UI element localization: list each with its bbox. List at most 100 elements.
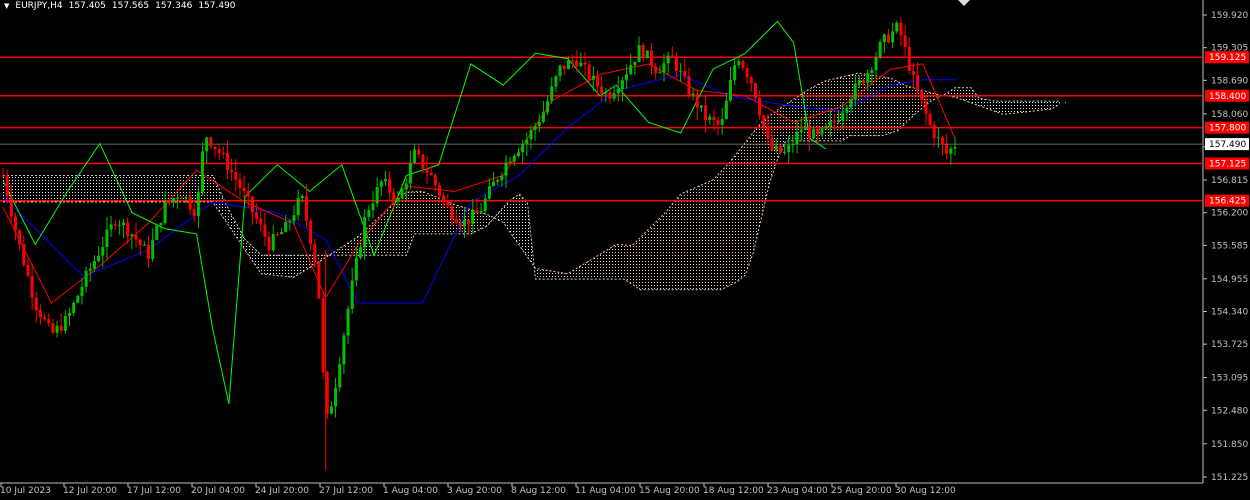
candle-body (122, 222, 126, 226)
candle-body (213, 146, 217, 150)
candle-body (321, 298, 325, 373)
cloud-segment (906, 86, 915, 123)
candle-body (97, 255, 101, 262)
cloud-segment (608, 244, 617, 280)
candle-body (874, 57, 878, 71)
candle-body (51, 323, 55, 333)
candle-body (292, 215, 296, 222)
candle-body (138, 239, 142, 245)
candle-body (22, 244, 26, 265)
cloud-segment (253, 247, 262, 274)
candle-body (371, 203, 375, 211)
candle-body (741, 61, 745, 69)
candle-body (413, 149, 417, 163)
candle-body (866, 73, 870, 84)
candle-body (234, 172, 238, 180)
candle-body (687, 76, 691, 96)
candle-body (566, 60, 570, 70)
candle-body (68, 313, 72, 316)
cloud-segment (753, 122, 762, 253)
candle-body (296, 197, 300, 216)
candle-body (72, 302, 76, 314)
price-tick-label: 159.920 (1211, 11, 1248, 21)
candle-body (774, 145, 778, 150)
candle-body (753, 83, 757, 98)
candle-body (492, 181, 496, 187)
candle-body (92, 261, 96, 269)
candle-body (300, 196, 304, 198)
price-tick-label: 153.095 (1211, 374, 1248, 384)
candle-body (192, 209, 196, 217)
cloud-segment (656, 213, 665, 290)
candle-body (400, 189, 404, 199)
candle-body (521, 144, 525, 153)
time-tick-label: 3 Aug 20:00 (447, 486, 502, 496)
candle-body (720, 118, 724, 125)
candle-body (862, 80, 866, 84)
cloud-segment (51, 175, 60, 203)
cloud-segment (664, 203, 673, 290)
cloud-segment (228, 210, 237, 238)
candle-body (749, 77, 753, 84)
candle-body (708, 116, 712, 120)
level-price-label: 156.425 (1209, 197, 1246, 207)
cloud-segment (672, 194, 681, 290)
candle-body (142, 244, 146, 246)
candle-body (404, 183, 408, 190)
candle-body (313, 244, 317, 262)
candle-body (284, 221, 288, 233)
candle-body (758, 97, 762, 116)
price-tick-label: 151.850 (1211, 440, 1248, 450)
cloud-segment (285, 255, 294, 278)
candle-body (105, 229, 109, 248)
candle-body (246, 191, 250, 197)
candle-body (196, 192, 200, 217)
candle-body (849, 99, 853, 108)
candle-body (895, 22, 899, 32)
time-tick-label: 24 Jul 20:00 (255, 486, 309, 496)
cloud-segment (680, 190, 689, 290)
candle-body (259, 218, 263, 225)
time-tick-label: 25 Aug 20:00 (831, 486, 892, 496)
cloud-segment (1027, 101, 1036, 112)
candle-body (807, 127, 811, 139)
time-tick-label: 15 Aug 20:00 (639, 486, 700, 496)
candle-body (579, 62, 583, 67)
candle-body (383, 178, 387, 182)
candle-body (546, 101, 550, 113)
current-price-label: 157.490 (1209, 140, 1246, 150)
candle-body (629, 65, 633, 75)
candle-body (787, 145, 791, 153)
candle-body (329, 406, 333, 414)
candle-body (841, 112, 845, 121)
cloud-segment (567, 268, 576, 280)
cloud-segment (930, 92, 939, 102)
candle-body (699, 105, 703, 108)
candle-body (903, 35, 907, 48)
time-tick-label: 18 Aug 12:00 (703, 486, 764, 496)
candle-body (84, 270, 88, 287)
candle-body (442, 195, 446, 201)
candle-body (421, 154, 425, 169)
candle-body (180, 197, 184, 199)
price-chart[interactable]: 159.920159.305158.690158.060157.440156.8… (0, 0, 1250, 500)
candle-body (288, 221, 292, 223)
candle-body (446, 200, 450, 207)
cloud-segment (75, 175, 84, 203)
cloud-segment (43, 175, 52, 203)
candle-body (837, 120, 841, 122)
candle-body (916, 74, 920, 91)
candle-body (612, 93, 616, 99)
price-axis: 159.920159.305158.690158.060157.440156.8… (1202, 0, 1249, 483)
candle-body (26, 264, 30, 276)
cloud-segment (640, 229, 649, 290)
candle-body (766, 126, 770, 139)
candle-body (467, 219, 471, 224)
candle-body (729, 80, 733, 101)
price-tick-label: 156.200 (1211, 209, 1248, 219)
candle-body (828, 121, 832, 127)
candle-body (795, 132, 799, 145)
candle-body (184, 196, 188, 198)
candle-body (80, 286, 84, 296)
price-tick-label: 154.340 (1211, 307, 1248, 317)
